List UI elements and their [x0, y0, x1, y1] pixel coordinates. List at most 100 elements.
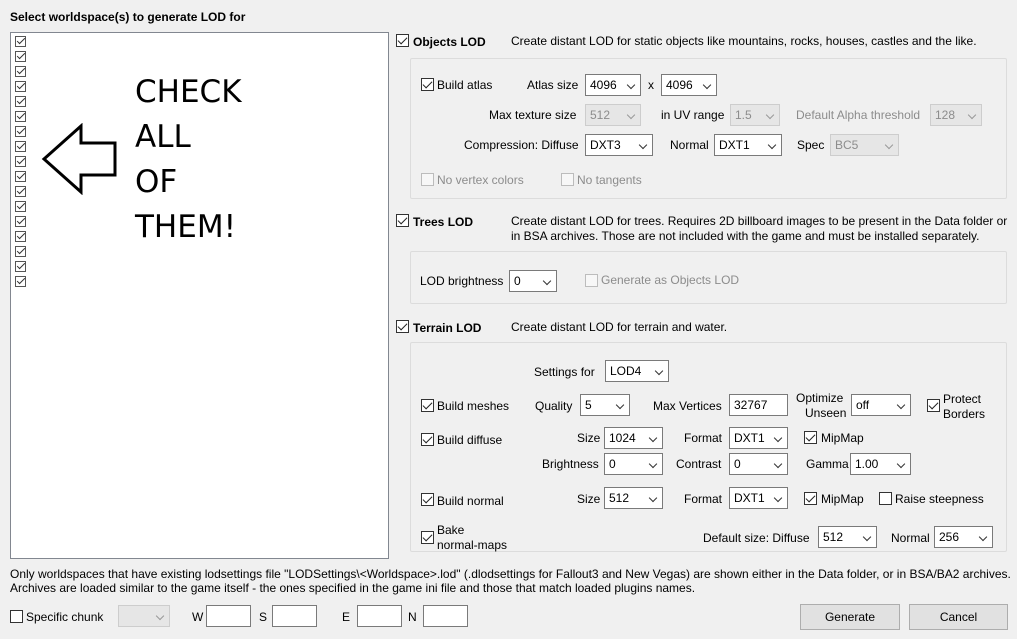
generate-button[interactable]: Generate: [800, 604, 900, 630]
objects-lod-label: Objects LOD: [413, 35, 486, 49]
build-atlas-checkbox[interactable]: [421, 78, 434, 91]
generate-as-objects-label: Generate as Objects LOD: [601, 273, 740, 287]
atlas-size-label: Atlas size: [527, 78, 579, 92]
worldspace-checkbox[interactable]: [15, 141, 26, 152]
settings-for-select[interactable]: LOD4: [605, 360, 669, 382]
atlas-height-select[interactable]: 4096: [661, 74, 717, 96]
worldspace-checkbox[interactable]: [15, 111, 26, 122]
build-meshes-label: Build meshes: [437, 399, 510, 413]
diffuse-size-label: Size: [577, 431, 601, 445]
trees-lod-description: Create distant LOD for trees. Requires 2…: [511, 214, 1008, 228]
diffuse-format-select[interactable]: DXT1: [729, 427, 788, 449]
n-input[interactable]: [423, 605, 468, 627]
bake-normal-maps-checkbox[interactable]: [421, 531, 434, 544]
worldspace-list[interactable]: CHECK ALL OF THEM!: [10, 32, 389, 559]
worldspace-checkbox[interactable]: [15, 66, 26, 77]
cancel-button[interactable]: Cancel: [909, 604, 1008, 630]
specific-chunk-checkbox[interactable]: [10, 610, 23, 623]
protect-borders-label: Borders: [943, 407, 986, 421]
optimize-unseen-select[interactable]: off: [851, 394, 911, 416]
normal-format-label: Format: [684, 492, 723, 506]
worldspace-checkbox[interactable]: [15, 261, 26, 272]
worldspace-checkbox[interactable]: [15, 156, 26, 167]
max-vertices-input[interactable]: 32767: [729, 394, 788, 416]
diffuse-size-select[interactable]: 1024: [604, 427, 663, 449]
worldspace-checkbox[interactable]: [15, 36, 26, 47]
uv-range-label: in UV range: [661, 108, 725, 122]
default-normal-label: Normal: [891, 531, 930, 545]
bake-normal-maps-label: normal-maps: [437, 538, 508, 552]
quality-select[interactable]: 5: [580, 394, 630, 416]
build-diffuse-label: Build diffuse: [437, 433, 503, 447]
worldspace-checkbox[interactable]: [15, 231, 26, 242]
w-label: W: [192, 610, 204, 624]
default-diffuse-select[interactable]: 512: [818, 526, 877, 548]
alpha-threshold-select[interactable]: 128: [930, 104, 982, 126]
build-diffuse-checkbox[interactable]: [421, 433, 434, 446]
normal-size-label: Size: [577, 492, 601, 506]
spec-compression-label: Spec: [797, 138, 825, 152]
atlas-width-select[interactable]: 4096: [585, 74, 641, 96]
normal-mipmap-label: MipMap: [821, 492, 864, 506]
quality-label: Quality: [535, 399, 573, 413]
lod-brightness-select[interactable]: 0: [509, 270, 557, 292]
trees-lod-label: Trees LOD: [413, 215, 474, 229]
annotation-line: OF: [135, 164, 178, 200]
worldspace-checkbox[interactable]: [15, 276, 26, 287]
worldspace-checkbox[interactable]: [15, 126, 26, 137]
info-text: Archives are loaded similar to the game …: [10, 581, 696, 595]
build-meshes-checkbox[interactable]: [421, 399, 434, 412]
worldspace-checkbox[interactable]: [15, 216, 26, 227]
s-input[interactable]: [272, 605, 317, 627]
terrain-lod-group: [410, 342, 1007, 552]
terrain-lod-label: Terrain LOD: [413, 321, 482, 335]
worldspace-checkbox[interactable]: [15, 51, 26, 62]
optimize-unseen-label: Unseen: [805, 406, 847, 420]
optimize-unseen-label: Optimize: [796, 391, 844, 405]
chunk-select[interactable]: [118, 605, 170, 627]
spec-compression-select[interactable]: BC5: [830, 134, 899, 156]
worldspace-checkbox[interactable]: [15, 171, 26, 182]
worldspace-checkbox[interactable]: [15, 201, 26, 212]
generate-as-objects-checkbox[interactable]: [585, 274, 598, 287]
normal-mipmap-checkbox[interactable]: [804, 492, 817, 505]
worldspace-checkbox[interactable]: [15, 186, 26, 197]
objects-lod-checkbox[interactable]: [396, 34, 409, 47]
terrain-lod-description: Create distant LOD for terrain and water…: [511, 320, 728, 334]
worldspace-checkbox[interactable]: [15, 246, 26, 257]
normal-format-select[interactable]: DXT1: [729, 487, 788, 509]
normal-size-select[interactable]: 512: [604, 487, 663, 509]
diffuse-compression-select[interactable]: DXT3: [585, 134, 653, 156]
normal-compression-select[interactable]: DXT1: [714, 134, 782, 156]
no-vertex-colors-checkbox[interactable]: [421, 173, 434, 186]
normal-compression-label: Normal: [670, 138, 709, 152]
max-texture-select[interactable]: 512: [585, 104, 641, 126]
no-tangents-checkbox[interactable]: [561, 173, 574, 186]
terrain-brightness-select[interactable]: 0: [604, 453, 663, 475]
contrast-label: Contrast: [676, 457, 722, 471]
raise-steepness-label: Raise steepness: [895, 492, 984, 506]
default-normal-select[interactable]: 256: [934, 526, 993, 548]
objects-lod-description: Create distant LOD for static objects li…: [511, 34, 977, 48]
worldspace-checkbox[interactable]: [15, 96, 26, 107]
bake-normal-maps-label: Bake: [437, 523, 465, 537]
info-text: Only worldspaces that have existing lods…: [10, 567, 1011, 581]
contrast-select[interactable]: 0: [729, 453, 788, 475]
w-input[interactable]: [206, 605, 251, 627]
uv-range-select[interactable]: 1.5: [730, 104, 780, 126]
lod-brightness-label: LOD brightness: [420, 274, 504, 288]
diffuse-mipmap-checkbox[interactable]: [804, 431, 817, 444]
raise-steepness-checkbox[interactable]: [879, 492, 892, 505]
s-label: S: [259, 610, 268, 624]
max-vertices-label: Max Vertices: [653, 399, 722, 413]
gamma-select[interactable]: 1.00: [850, 453, 911, 475]
protect-borders-checkbox[interactable]: [927, 399, 940, 412]
terrain-lod-checkbox[interactable]: [396, 320, 409, 333]
max-texture-label: Max texture size: [489, 108, 577, 122]
annotation-line: CHECK: [135, 74, 242, 110]
worldspace-checkbox[interactable]: [15, 81, 26, 92]
build-normal-checkbox[interactable]: [421, 493, 434, 506]
trees-lod-checkbox[interactable]: [396, 214, 409, 227]
default-size-diffuse-label: Default size: Diffuse: [703, 531, 810, 545]
e-input[interactable]: [357, 605, 402, 627]
